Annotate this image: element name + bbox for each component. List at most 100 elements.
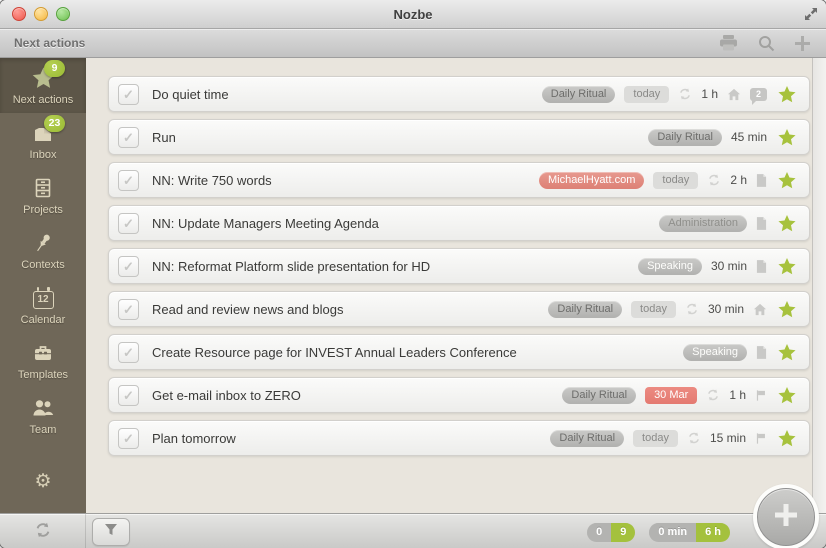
sidebar-item-label: Templates <box>17 369 69 381</box>
count-group-tasks: 0 9 <box>587 522 636 542</box>
checkmark-icon: ✓ <box>123 172 134 188</box>
count-all-time: 0 min <box>649 522 697 542</box>
duration-label: 15 min <box>709 431 746 445</box>
star-icon[interactable] <box>777 386 797 405</box>
sidebar-item-calendar[interactable]: 12 Calendar <box>0 278 86 333</box>
fullscreen-icon[interactable] <box>804 7 818 21</box>
inbox-icon: 23 <box>28 115 65 146</box>
scrollbar-track[interactable] <box>812 58 826 513</box>
project-pill[interactable]: Daily Ritual <box>562 386 637 404</box>
sidebar-item-templates[interactable]: Templates <box>0 333 86 388</box>
zoom-button[interactable] <box>56 7 70 21</box>
minimize-button[interactable] <box>34 7 48 21</box>
toolbar: Next actions <box>0 29 826 58</box>
star-icon[interactable] <box>777 85 797 104</box>
project-pill[interactable]: Daily Ritual <box>550 429 625 447</box>
checkmark-icon: ✓ <box>123 215 134 231</box>
traffic-lights <box>12 7 70 21</box>
due-pill[interactable]: today <box>653 171 699 189</box>
project-pill[interactable]: Speaking <box>683 343 747 361</box>
star-icon[interactable] <box>777 343 797 362</box>
star-icon[interactable] <box>777 128 797 147</box>
task-checkbox[interactable]: ✓ <box>118 427 139 449</box>
task-row[interactable]: ✓ Get e-mail inbox to ZERO Daily Ritual … <box>108 377 810 413</box>
toolbar-title: Next actions <box>14 36 86 50</box>
task-row[interactable]: ✓ Run Daily Ritual 45 min <box>108 119 810 155</box>
print-icon[interactable] <box>719 35 738 51</box>
project-pill[interactable]: Daily Ritual <box>541 85 616 103</box>
task-checkbox[interactable]: ✓ <box>118 298 139 320</box>
task-row[interactable]: ✓ Plan tomorrow Daily Ritual today 15 mi… <box>108 420 810 456</box>
project-pill[interactable]: MichaelHyatt.com <box>538 171 645 189</box>
home-icon <box>753 303 767 316</box>
task-list: ✓ Do quiet time Daily Ritual today 1 h 2… <box>86 58 826 513</box>
checkmark-icon: ✓ <box>123 129 134 145</box>
due-pill[interactable]: today <box>633 429 678 447</box>
count-badge: 23 <box>44 115 65 132</box>
count-all-tasks: 0 <box>587 522 612 542</box>
task-title: Read and review news and blogs <box>152 301 344 317</box>
note-icon <box>756 173 767 187</box>
due-pill[interactable]: 30 Mar <box>645 386 698 404</box>
sidebar-item-contexts[interactable]: Contexts <box>0 223 86 278</box>
task-checkbox[interactable]: ✓ <box>118 83 139 105</box>
search-icon[interactable] <box>758 35 775 52</box>
task-row[interactable]: ✓ Read and review news and blogs Daily R… <box>108 291 810 327</box>
task-title: Run <box>152 129 176 145</box>
checkmark-icon: ✓ <box>123 387 134 403</box>
star-icon[interactable] <box>777 214 797 233</box>
project-pill[interactable]: Administration <box>659 214 747 232</box>
checkmark-icon: ✓ <box>123 344 134 360</box>
sidebar-item-team[interactable]: Team <box>0 388 86 443</box>
task-checkbox[interactable]: ✓ <box>118 212 139 234</box>
star-icon[interactable] <box>777 429 797 448</box>
duration-label: 45 min <box>730 130 767 144</box>
repeat-icon <box>685 302 699 316</box>
sidebar: 9 Next actions 23 Inbox Projects Context… <box>0 58 86 513</box>
sidebar-item-next-actions[interactable]: 9 Next actions <box>0 58 86 113</box>
due-pill[interactable]: today <box>624 85 670 103</box>
home-icon <box>727 88 741 101</box>
sync-button[interactable] <box>0 514 86 548</box>
checkmark-icon: ✓ <box>123 258 134 274</box>
repeat-icon <box>687 431 701 445</box>
task-counts: 0 9 0 min 6 h <box>587 522 730 542</box>
star-icon[interactable] <box>777 171 797 190</box>
star-icon[interactable] <box>777 300 797 319</box>
task-checkbox[interactable]: ✓ <box>118 255 139 277</box>
task-title: NN: Update Managers Meeting Agenda <box>152 215 379 231</box>
task-checkbox[interactable]: ✓ <box>118 126 139 148</box>
add-task-button[interactable] <box>753 484 819 548</box>
duration-label: 2 h <box>730 173 747 187</box>
flag-icon <box>755 389 767 402</box>
close-button[interactable] <box>12 7 26 21</box>
task-row[interactable]: ✓ NN: Write 750 words MichaelHyatt.com t… <box>108 162 810 198</box>
comment-count: 2 <box>755 88 761 99</box>
add-icon[interactable] <box>795 35 810 51</box>
task-checkbox[interactable]: ✓ <box>118 384 139 406</box>
sidebar-item-projects[interactable]: Projects <box>0 168 86 223</box>
comment-icon[interactable]: 2 <box>750 87 767 105</box>
project-pill[interactable]: Speaking <box>638 257 702 275</box>
sidebar-item-inbox[interactable]: 23 Inbox <box>0 113 86 168</box>
task-row[interactable]: ✓ Create Resource page for INVEST Annual… <box>108 334 810 370</box>
duration-label: 30 min <box>710 259 747 273</box>
task-checkbox[interactable]: ✓ <box>118 341 139 363</box>
task-row[interactable]: ✓ NN: Reformat Platform slide presentati… <box>108 248 810 284</box>
due-pill[interactable]: today <box>631 300 676 318</box>
task-row[interactable]: ✓ Do quiet time Daily Ritual today 1 h 2 <box>108 76 810 112</box>
project-pill[interactable]: Daily Ritual <box>548 300 623 318</box>
task-row[interactable]: ✓ NN: Update Managers Meeting Agenda Adm… <box>108 205 810 241</box>
duration-label: 1 h <box>729 388 746 402</box>
star-icon[interactable] <box>777 257 797 276</box>
calendar-icon: 12 <box>28 285 58 311</box>
plus-icon <box>773 502 799 533</box>
project-pill[interactable]: Daily Ritual <box>648 128 722 146</box>
team-icon <box>28 395 58 421</box>
repeat-icon <box>707 173 721 187</box>
sidebar-item-label: Team <box>29 424 57 436</box>
filter-button[interactable] <box>92 518 130 546</box>
task-checkbox[interactable]: ✓ <box>118 169 139 191</box>
count-starred-tasks: 9 <box>611 522 636 542</box>
settings-gear-icon[interactable]: ⚙ <box>0 470 86 493</box>
